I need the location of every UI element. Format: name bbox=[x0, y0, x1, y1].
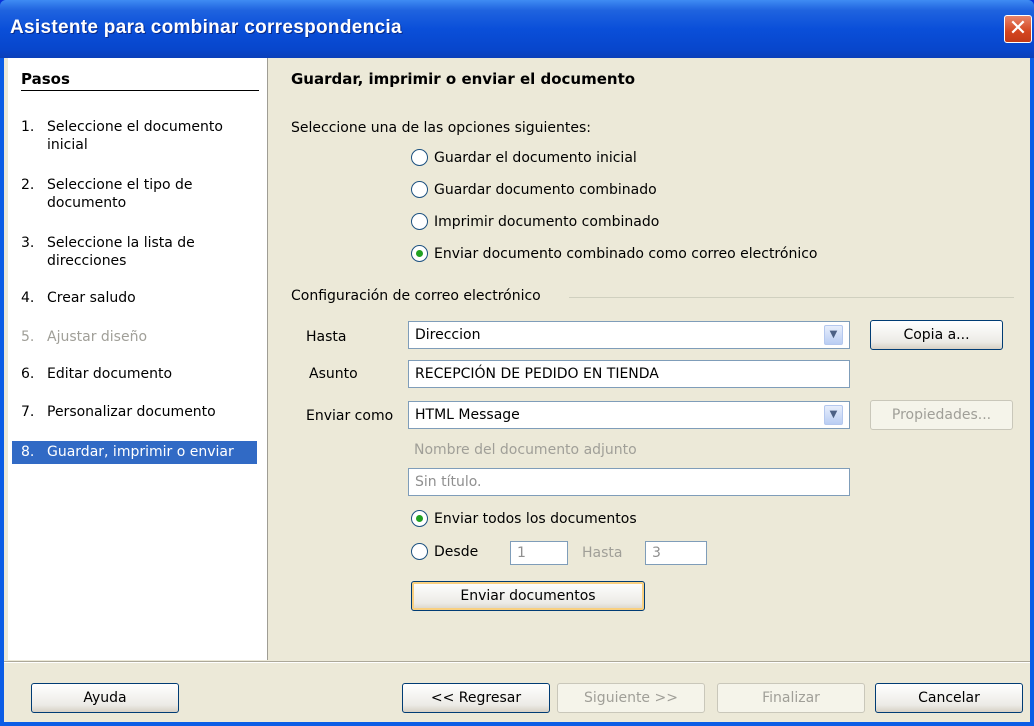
step-number: 7. bbox=[21, 404, 35, 420]
step-number: 1. bbox=[21, 119, 35, 135]
step-label: Seleccione el tipo de documento bbox=[47, 177, 193, 211]
option-save-merged[interactable]: Guardar documento combinado bbox=[411, 181, 657, 198]
step-number: 2. bbox=[21, 177, 35, 193]
finish-button: Finalizar bbox=[717, 683, 865, 713]
option-print-merged[interactable]: Imprimir documento combinado bbox=[411, 213, 659, 230]
step-item-3[interactable]: 3. Seleccione la lista de direcciones bbox=[21, 234, 261, 270]
step-number: 3. bbox=[21, 235, 35, 251]
step-label: Editar documento bbox=[47, 366, 173, 382]
step-item-6[interactable]: 6. Editar documento bbox=[21, 365, 261, 383]
option-label: Guardar el documento inicial bbox=[434, 149, 637, 166]
attachment-field: Sin título. bbox=[408, 468, 850, 496]
from-value: 1 bbox=[517, 545, 526, 561]
footer-divider-highlight bbox=[4, 662, 1030, 663]
chevron-down-icon[interactable]: ▼ bbox=[824, 405, 843, 425]
steps-panel: Pasos 1. Seleccione el documento inicial… bbox=[8, 58, 268, 660]
step-number: 6. bbox=[21, 366, 35, 382]
step-label: Seleccione el documento inicial bbox=[47, 119, 223, 153]
radio-button[interactable] bbox=[411, 181, 428, 198]
step-label: Guardar, imprimir o enviar bbox=[47, 444, 234, 460]
step-item-7[interactable]: 7. Personalizar documento bbox=[21, 403, 261, 421]
dialog-body: Pasos 1. Seleccione el documento inicial… bbox=[4, 58, 1030, 722]
radio-button-selected[interactable] bbox=[411, 245, 428, 262]
send-as-combobox[interactable]: HTML Message bbox=[408, 401, 850, 429]
steps-divider bbox=[21, 90, 259, 91]
attachment-value: Sin título. bbox=[415, 474, 482, 490]
window-title: Asistente para combinar correspondencia bbox=[10, 17, 402, 38]
until-field: 3 bbox=[645, 541, 707, 565]
step-item-5: 5. Ajustar diseño bbox=[21, 328, 261, 346]
step-number: 5. bbox=[21, 329, 35, 345]
step-item-4[interactable]: 4. Crear saludo bbox=[21, 289, 261, 307]
section-separator bbox=[569, 297, 1014, 298]
next-button: Siguiente >> bbox=[557, 683, 705, 713]
option-send-email[interactable]: Enviar documento combinado como correo e… bbox=[411, 245, 817, 262]
option-save-initial[interactable]: Guardar el documento inicial bbox=[411, 149, 637, 166]
step-number: 4. bbox=[21, 290, 35, 306]
radio-button[interactable] bbox=[411, 149, 428, 166]
radio-dot-icon bbox=[416, 250, 423, 257]
step-label: Seleccione la lista de direcciones bbox=[47, 235, 195, 269]
step-item-8[interactable]: 8. Guardar, imprimir o enviar bbox=[12, 441, 257, 464]
send-all-label: Enviar todos los documentos bbox=[434, 510, 637, 527]
send-documents-button[interactable]: Enviar documentos bbox=[411, 581, 645, 611]
step-label: Personalizar documento bbox=[47, 404, 216, 420]
title-bar: Asistente para combinar correspondencia … bbox=[0, 0, 1034, 58]
step-label: Crear saludo bbox=[47, 290, 136, 306]
properties-button: Propiedades... bbox=[870, 400, 1013, 430]
close-icon[interactable]: ✕ bbox=[1004, 15, 1032, 43]
step-item-1[interactable]: 1. Seleccione el documento inicial bbox=[21, 118, 261, 154]
subject-field[interactable]: RECEPCIÓN DE PEDIDO EN TIENDA bbox=[408, 360, 850, 388]
help-button[interactable]: Ayuda bbox=[31, 683, 179, 713]
option-label: Guardar documento combinado bbox=[434, 181, 657, 198]
email-section-title: Configuración de correo electrónico bbox=[291, 288, 541, 304]
from-field: 1 bbox=[510, 541, 568, 565]
back-button[interactable]: << Regresar bbox=[402, 683, 550, 713]
from-option[interactable]: Desde bbox=[411, 543, 478, 560]
steps-heading: Pasos bbox=[21, 70, 70, 88]
option-label: Enviar documento combinado como correo e… bbox=[434, 245, 818, 262]
page-title: Guardar, imprimir o enviar el documento bbox=[291, 70, 636, 88]
radio-button-selected[interactable] bbox=[411, 510, 428, 527]
from-label: Desde bbox=[434, 543, 479, 560]
send-as-value: HTML Message bbox=[415, 407, 520, 423]
radio-dot-icon bbox=[416, 515, 423, 522]
step-label: Ajustar diseño bbox=[47, 329, 148, 345]
option-label: Imprimir documento combinado bbox=[434, 213, 660, 230]
until-label: Hasta bbox=[582, 545, 623, 561]
send-all-option[interactable]: Enviar todos los documentos bbox=[411, 510, 637, 527]
options-prompt: Seleccione una de las opciones siguiente… bbox=[291, 120, 591, 136]
subject-label: Asunto bbox=[309, 366, 358, 382]
until-value: 3 bbox=[652, 545, 661, 561]
subject-value: RECEPCIÓN DE PEDIDO EN TIENDA bbox=[415, 366, 659, 382]
copy-to-button[interactable]: Copia a... bbox=[870, 320, 1003, 350]
chevron-down-icon[interactable]: ▼ bbox=[824, 325, 843, 345]
radio-button[interactable] bbox=[411, 213, 428, 230]
send-as-label: Enviar como bbox=[306, 408, 394, 424]
cancel-button[interactable]: Cancelar bbox=[875, 683, 1023, 713]
radio-button[interactable] bbox=[411, 543, 428, 560]
to-combobox[interactable]: Direccion bbox=[408, 321, 850, 349]
to-value: Direccion bbox=[415, 327, 481, 343]
attachment-label: Nombre del documento adjunto bbox=[414, 442, 637, 458]
mail-merge-wizard-window: Asistente para combinar correspondencia … bbox=[0, 0, 1034, 726]
step-item-2[interactable]: 2. Seleccione el tipo de documento bbox=[21, 176, 261, 212]
to-label: Hasta bbox=[306, 329, 347, 345]
step-number: 8. bbox=[21, 444, 35, 460]
